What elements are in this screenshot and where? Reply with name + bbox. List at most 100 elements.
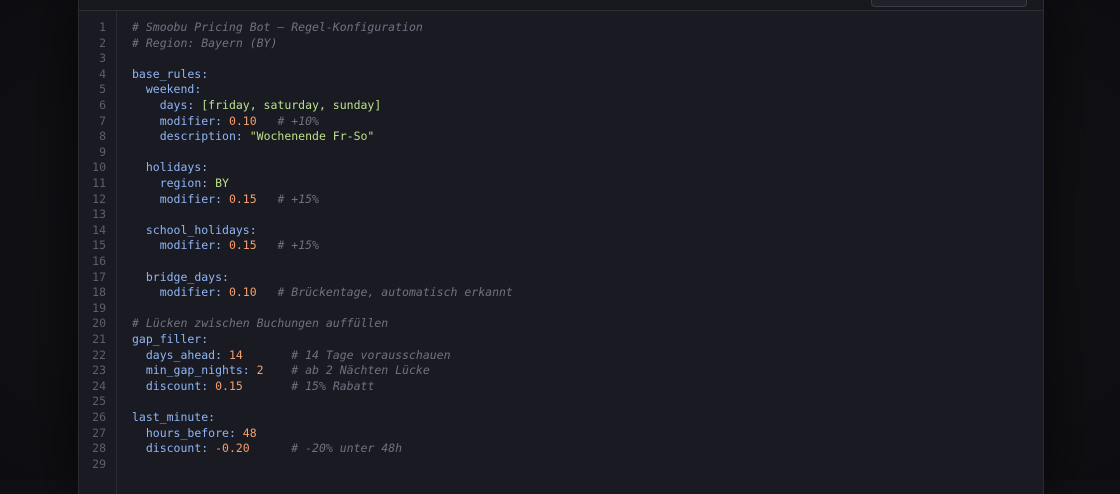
code-text: modifier: 0.15 # +15% xyxy=(132,192,319,208)
yaml-comment: # Smoobu Pricing Bot — Regel-Konfigurati… xyxy=(132,20,423,34)
code-line[interactable]: 11 region: BY xyxy=(79,176,1043,192)
code-line[interactable]: 12 modifier: 0.15 # +15% xyxy=(79,192,1043,208)
yaml-comment: # Region: Bayern (BY) xyxy=(132,35,278,50)
code-spacing xyxy=(257,114,278,128)
code-line[interactable]: 24 discount: 0.15 # 15% Rabatt xyxy=(79,379,1043,395)
line-number: 6 xyxy=(99,98,106,112)
yaml-comment: # +10% xyxy=(277,113,319,128)
yaml-key: discount: xyxy=(145,378,216,393)
code-line[interactable]: 27 hours_before: 48 xyxy=(79,426,1043,442)
line-number: 27 xyxy=(92,425,106,440)
code-spacing xyxy=(264,363,292,377)
code-editor-window: 1 # Smoobu Pricing Bot — Regel-Konfigurat… xyxy=(78,0,1044,494)
code-spacing xyxy=(257,285,278,299)
code-line[interactable]: 28 discount: -0.20 # -20% unter 48h xyxy=(79,441,1043,457)
code-line[interactable]: 26 last_minute: xyxy=(79,410,1043,426)
code-spacing xyxy=(257,238,278,252)
code-line[interactable]: 1 # Smoobu Pricing Bot — Regel-Konfigurat… xyxy=(79,20,1043,36)
code-line[interactable]: 3 xyxy=(79,51,1043,67)
code-spacing xyxy=(243,379,291,393)
yaml-number: 0.15 xyxy=(228,238,257,253)
code-line[interactable]: 10 holidays: xyxy=(79,160,1043,176)
yaml-key: min_gap_nights: xyxy=(145,363,257,378)
code-line[interactable]: 6 days: [friday, saturday, sunday] xyxy=(79,98,1043,114)
code-line[interactable]: 16 xyxy=(79,254,1043,270)
code-line[interactable]: 21 gap_filler: xyxy=(79,332,1043,348)
code-line[interactable]: 20 # Lücken zwischen Buchungen auffüllen xyxy=(79,316,1043,332)
code-area[interactable]: 1 # Smoobu Pricing Bot — Regel-Konfigurat… xyxy=(79,11,1043,494)
line-number: 15 xyxy=(92,238,106,253)
code-line[interactable]: 7 modifier: 0.10 # +10% xyxy=(79,114,1043,130)
line-number: 29 xyxy=(92,456,106,471)
yaml-comment: # 14 Tage vorausschauen xyxy=(291,347,451,362)
yaml-comment: # Brückentage, automatisch erkannt xyxy=(277,285,513,300)
line-number: 10 xyxy=(92,160,106,175)
code-line[interactable]: 17 bridge_days: xyxy=(79,270,1043,286)
code-text: days: [friday, saturday, sunday] xyxy=(132,98,382,114)
line-number: 3 xyxy=(99,51,106,66)
code-text: modifier: 0.15 # +15% xyxy=(132,238,319,254)
code-line[interactable]: 4 base_rules: xyxy=(79,67,1043,83)
yaml-key: base_rules: xyxy=(132,66,209,81)
code-text: modifier: 0.10 # Brückentage, automatisc… xyxy=(132,285,513,301)
yaml-key: weekend: xyxy=(145,82,202,97)
line-number: 19 xyxy=(92,300,106,315)
line-number: 13 xyxy=(92,207,106,222)
code-text: min_gap_nights: 2 # ab 2 Nächten Lücke xyxy=(132,363,430,379)
code-text: discount: -0.20 # -20% unter 48h xyxy=(132,441,402,457)
line-number: 11 xyxy=(92,176,106,190)
code-text: # Region: Bayern (BY) xyxy=(132,36,277,52)
code-line[interactable]: 2 # Region: Bayern (BY) xyxy=(79,36,1043,52)
yaml-string: BY xyxy=(215,176,229,190)
code-line[interactable]: 23 min_gap_nights: 2 # ab 2 Nächten Lück… xyxy=(79,363,1043,379)
line-number: 12 xyxy=(92,191,106,206)
yaml-key: modifier: xyxy=(159,238,229,253)
line-number: 4 xyxy=(99,66,106,81)
code-line[interactable]: 18 modifier: 0.10 # Brückentage, automat… xyxy=(79,285,1043,301)
code-line[interactable]: 5 weekend: xyxy=(79,82,1043,98)
yaml-key: last_minute: xyxy=(132,410,216,424)
code-text: hours_before: 48 xyxy=(132,426,257,442)
yaml-number: 2 xyxy=(256,363,264,378)
code-line[interactable]: 22 days_ahead: 14 # 14 Tage vorausschaue… xyxy=(79,348,1043,364)
yaml-key: modifier: xyxy=(159,113,229,128)
line-number: 28 xyxy=(92,441,106,456)
code-line[interactable]: 25 xyxy=(79,394,1043,410)
yaml-key: modifier: xyxy=(159,285,229,300)
code-line[interactable]: 13 xyxy=(79,207,1043,223)
code-text: description: "Wochenende Fr-So" xyxy=(132,129,375,145)
line-number: 2 xyxy=(99,35,106,50)
yaml-key: gap_filler: xyxy=(132,332,209,346)
code-line[interactable]: 8 description: "Wochenende Fr-So" xyxy=(79,129,1043,145)
code-line[interactable]: 19 xyxy=(79,301,1043,317)
line-number: 21 xyxy=(92,332,106,346)
code-line[interactable]: 29 xyxy=(79,457,1043,473)
code-text: base_rules: xyxy=(132,67,208,83)
line-number: 26 xyxy=(92,410,106,424)
yaml-key: discount: xyxy=(145,441,216,456)
line-number: 14 xyxy=(92,222,106,237)
code-text: region: BY xyxy=(132,176,229,192)
code-line[interactable]: 14 school_holidays: xyxy=(79,223,1043,239)
code-line[interactable]: 9 xyxy=(79,145,1043,161)
yaml-number: 0.10 xyxy=(228,285,257,300)
yaml-comment: # -20% unter 48h xyxy=(291,441,403,456)
titlebar-search-box[interactable] xyxy=(871,0,1027,7)
code-line[interactable]: 15 modifier: 0.15 # +15% xyxy=(79,238,1043,254)
line-number: 18 xyxy=(92,285,106,300)
yaml-key: hours_before: xyxy=(145,425,243,440)
line-number: 9 xyxy=(99,144,106,159)
line-number: 7 xyxy=(99,113,106,128)
line-number: 1 xyxy=(99,20,106,34)
